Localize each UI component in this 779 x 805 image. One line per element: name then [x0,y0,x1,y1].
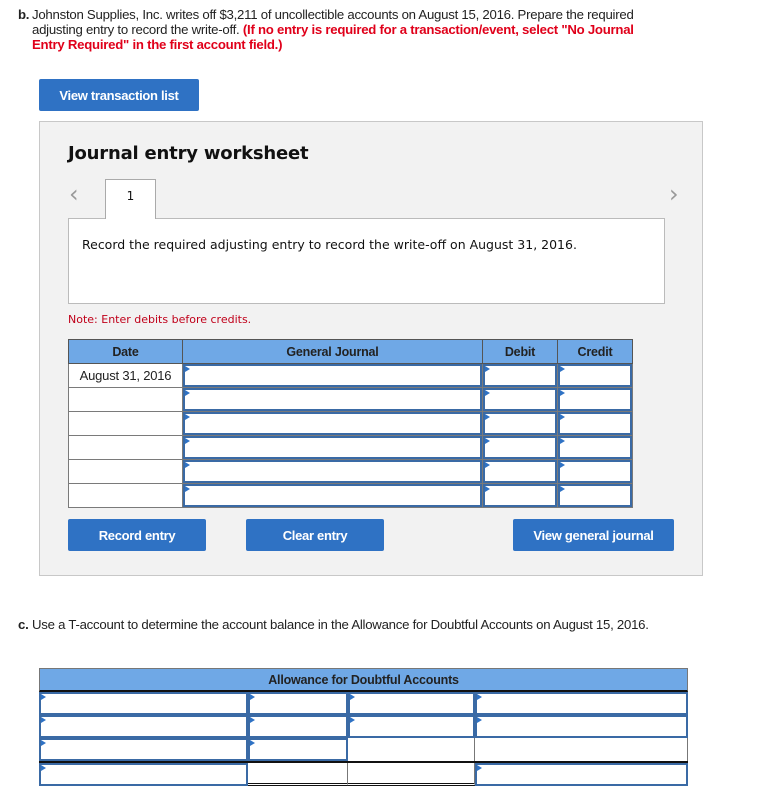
credit-amount-input[interactable] [348,715,475,738]
record-entry-button[interactable]: Record entry [68,519,206,551]
credit-input[interactable] [558,436,632,459]
balance-total-cell [348,763,475,786]
column-header-debit: Debit [482,339,558,364]
credit-input[interactable] [558,412,632,435]
t-account: Allowance for Doubtful Accounts [39,668,688,786]
t-account-title: Allowance for Doubtful Accounts [39,668,688,692]
credit-input[interactable] [558,484,632,507]
credit-input[interactable] [558,460,632,483]
debit-label-select[interactable] [39,738,248,761]
account-select[interactable] [183,484,482,507]
debit-input[interactable] [483,460,557,483]
column-header-general-journal: General Journal [182,339,483,364]
date-cell [68,483,183,508]
table-row [68,411,633,436]
question-c-text: Use a T-account to determine the account… [32,617,649,632]
debit-input[interactable] [483,436,557,459]
worksheet-note: Note: Enter debits before credits. [68,313,252,326]
t-account-balance-row [39,761,688,786]
table-header-row: Date General Journal Debit Credit [68,339,633,364]
t-account-row [39,692,688,715]
question-b: b. Johnston Supplies, Inc. writes off $3… [18,7,658,52]
clear-entry-button[interactable]: Clear entry [246,519,384,551]
debit-input[interactable] [483,412,557,435]
credit-input[interactable] [558,388,632,411]
account-select[interactable] [183,460,482,483]
table-row [68,435,633,460]
question-c: c. Use a T-account to determine the acco… [18,617,658,632]
table-row [68,459,633,484]
debit-input[interactable] [483,364,557,387]
view-general-journal-button[interactable]: View general journal [513,519,674,551]
general-journal-table: Date General Journal Debit Credit August… [68,339,633,508]
balance-label-select[interactable] [39,763,248,786]
credit-label-select[interactable] [475,715,688,738]
debit-label-select[interactable] [39,715,248,738]
column-header-date: Date [68,339,183,364]
chevron-left-icon[interactable]: ‹ [69,182,79,206]
column-header-credit: Credit [557,339,633,364]
date-cell [68,459,183,484]
question-c-letter: c. [18,617,29,632]
date-cell [68,411,183,436]
view-transaction-list-button[interactable]: View transaction list [39,79,199,111]
table-row [68,387,633,412]
debit-amount-input[interactable] [248,692,348,715]
debit-amount-input[interactable] [248,715,348,738]
table-row [68,483,633,508]
tab-entry-1[interactable]: 1 [105,179,156,219]
credit-amount-input[interactable] [348,692,475,715]
question-b-letter: b. [18,7,30,22]
balance-total-cell [248,763,348,786]
account-select[interactable] [183,436,482,459]
debit-amount-input[interactable] [248,738,348,761]
date-cell: August 31, 2016 [68,363,183,388]
account-select[interactable] [183,412,482,435]
debit-input[interactable] [483,388,557,411]
date-cell [68,387,183,412]
balance-amount-input[interactable] [475,763,688,786]
empty-cell [475,738,688,761]
entry-description: Record the required adjusting entry to r… [68,218,665,304]
date-cell [68,435,183,460]
table-row: August 31, 2016 [68,363,633,388]
debit-input[interactable] [483,484,557,507]
worksheet-title: Journal entry worksheet [68,143,309,164]
credit-input[interactable] [558,364,632,387]
journal-entry-worksheet: Journal entry worksheet ‹ 1 › Record the… [39,121,703,576]
account-select[interactable] [183,364,482,387]
empty-cell [348,738,475,761]
account-select[interactable] [183,388,482,411]
t-account-row [39,738,688,761]
t-account-row [39,715,688,738]
credit-label-select[interactable] [475,692,688,715]
chevron-right-icon[interactable]: › [669,182,679,206]
debit-label-select[interactable] [39,692,248,715]
